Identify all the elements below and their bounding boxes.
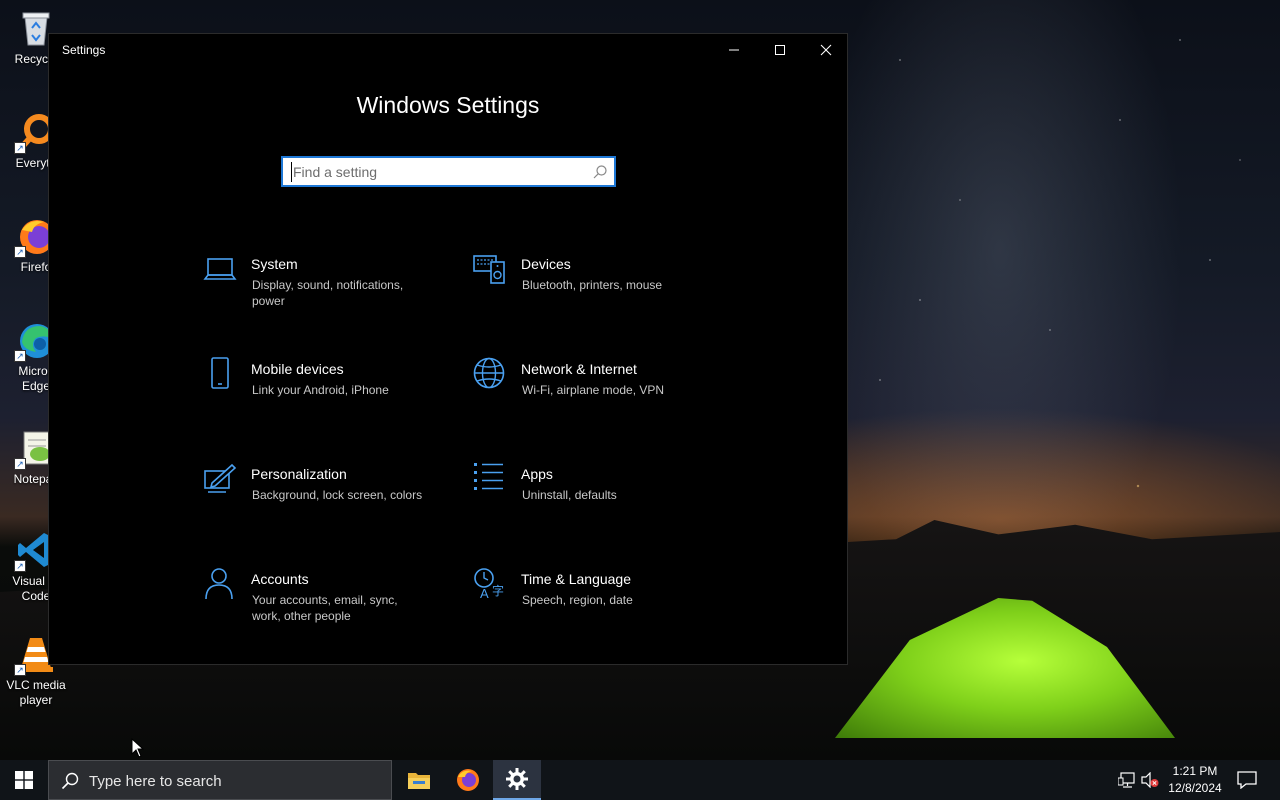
time-language-icon: A 字: [474, 568, 504, 601]
firefox-icon: [457, 769, 479, 791]
mouse-cursor-icon: [131, 738, 145, 758]
phone-icon: [211, 357, 229, 389]
category-description: Your accounts, email, sync, work, other …: [252, 593, 398, 623]
category-title: Personalization: [251, 466, 347, 482]
category-title: Devices: [521, 256, 571, 272]
globe-icon: [473, 357, 505, 389]
category-title: Network & Internet: [521, 361, 637, 377]
window-title: Settings: [62, 43, 106, 57]
svg-text:字: 字: [492, 583, 504, 598]
person-icon: [205, 568, 233, 600]
close-button[interactable]: [803, 34, 849, 66]
category-title: Time & Language: [521, 571, 631, 587]
shortcut-arrow-icon: ↗: [14, 458, 26, 470]
devices-icon: [473, 255, 505, 284]
shortcut-arrow-icon: ↗: [14, 350, 26, 362]
category-personalization[interactable]: Personalization Background, lock screen,…: [203, 462, 443, 532]
close-icon: [820, 44, 832, 56]
taskbar-search-placeholder: Type here to search: [89, 773, 222, 790]
svg-text:A: A: [480, 586, 489, 601]
category-description: Display, sound, notifications, power: [252, 278, 404, 308]
taskbar-file-explorer[interactable]: [395, 760, 443, 800]
taskbar-clock[interactable]: 1:21 PM 12/8/2024: [1162, 763, 1228, 797]
shortcut-arrow-icon: ↗: [14, 246, 26, 258]
category-time-language[interactable]: A 字 Time & Language Speech, region, date: [473, 567, 713, 637]
settings-gear-icon: [506, 768, 528, 790]
laptop-icon: [203, 258, 237, 280]
category-network-internet[interactable]: Network & Internet Wi-Fi, airplane mode,…: [473, 357, 713, 427]
settings-window: Settings Windows Settings Find a setting…: [48, 33, 848, 665]
category-apps[interactable]: Apps Uninstall, defaults: [473, 462, 713, 532]
category-mobile-devices[interactable]: Mobile devices Link your Android, iPhone: [203, 357, 443, 427]
shortcut-arrow-icon: ↗: [14, 142, 26, 154]
shortcut-arrow-icon: ↗: [14, 664, 26, 676]
taskbar-firefox[interactable]: [444, 760, 492, 800]
start-button[interactable]: [0, 760, 48, 800]
search-icon: [61, 772, 79, 790]
clock-date: 12/8/2024: [1168, 781, 1222, 795]
clock-time: 1:21 PM: [1172, 764, 1218, 778]
desktop-icon-label: VLC media player: [6, 678, 66, 707]
category-title: Accounts: [251, 571, 309, 587]
volume-muted-icon[interactable]: [1141, 772, 1159, 788]
minimize-icon: [729, 49, 739, 51]
apps-list-icon: [474, 463, 503, 490]
category-title: Apps: [521, 466, 553, 482]
category-description: Wi-Fi, airplane mode, VPN: [522, 383, 665, 397]
taskbar-settings[interactable]: [493, 760, 541, 800]
category-description: Uninstall, defaults: [522, 488, 617, 502]
category-description: Speech, region, date: [522, 593, 633, 607]
category-description: Bluetooth, printers, mouse: [522, 278, 663, 292]
network-icon[interactable]: [1118, 772, 1136, 788]
category-title: Mobile devices: [251, 361, 344, 377]
search-icon: [593, 165, 607, 179]
windows-logo-icon: [15, 771, 33, 789]
category-description: Background, lock screen, colors: [252, 488, 423, 502]
category-title: System: [251, 256, 298, 272]
category-accounts[interactable]: Accounts Your accounts, email, sync, wor…: [203, 567, 443, 637]
taskbar: Type here to search 1:21 PM 12/8/2024: [0, 760, 1280, 800]
settings-search-box[interactable]: [281, 156, 616, 187]
taskbar-search-box[interactable]: Type here to search: [48, 760, 392, 800]
file-explorer-icon: [408, 773, 430, 789]
category-devices[interactable]: Devices Bluetooth, printers, mouse: [473, 252, 713, 322]
personalization-icon: [204, 463, 237, 493]
maximize-icon: [775, 45, 785, 55]
category-description: Link your Android, iPhone: [252, 383, 389, 397]
category-system[interactable]: System Display, sound, notifications, po…: [203, 252, 443, 322]
shortcut-arrow-icon: ↗: [14, 560, 26, 572]
minimize-button[interactable]: [711, 34, 757, 66]
notification-center-icon[interactable]: [1237, 771, 1257, 789]
window-titlebar[interactable]: Settings: [49, 34, 847, 66]
page-title: Windows Settings: [356, 92, 540, 118]
maximize-button[interactable]: [757, 34, 803, 66]
settings-search-input[interactable]: [291, 162, 581, 182]
